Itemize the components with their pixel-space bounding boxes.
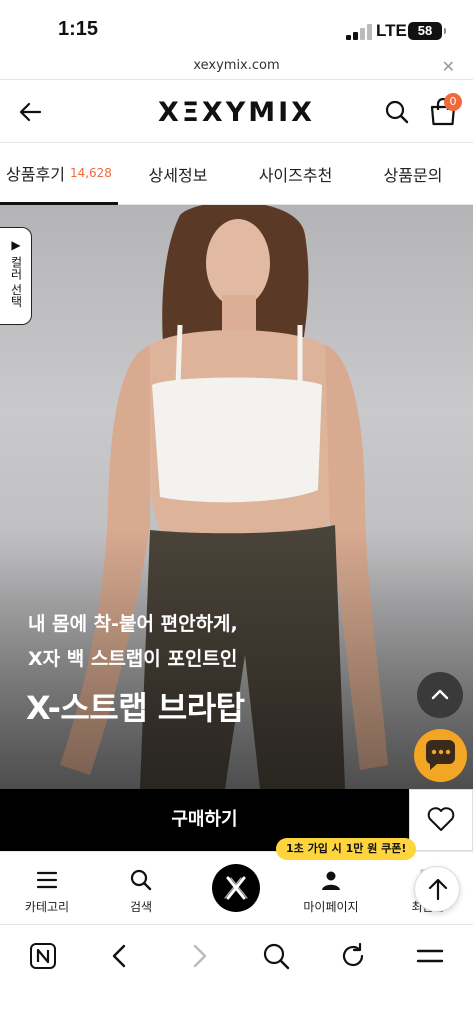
hero-subtitle-line2: X자 백 스트랩이 포인트인 xyxy=(28,648,238,670)
hero-subtitle-line1: 내 몸에 착-붙어 편안하게, xyxy=(28,613,238,635)
signal-icon xyxy=(346,24,372,40)
browser-back-icon[interactable] xyxy=(105,941,135,971)
menu-icon xyxy=(36,871,58,889)
nav-label: 마이페이지 xyxy=(303,900,359,914)
nav-mypage[interactable]: 마이페이지 xyxy=(286,852,376,925)
scroll-top-button[interactable] xyxy=(417,672,463,718)
color-select-button[interactable]: ▶ 컬러 선택 xyxy=(0,227,32,325)
status-time: 1:15 xyxy=(58,18,99,40)
url-bar[interactable]: xexymix.com ✕ xyxy=(0,56,473,80)
brand-home-button[interactable] xyxy=(212,864,260,912)
review-count: 14,628 xyxy=(69,165,112,180)
nav-label: 카테고리 xyxy=(24,900,70,914)
product-tabs: 상품후기 14,628 상세정보 사이즈추천 상품문의 xyxy=(0,143,473,205)
status-bar: 1:15 LTE 58 xyxy=(0,0,473,56)
tab-size-recommend[interactable]: 사이즈추천 xyxy=(238,143,353,205)
tab-label: 상세정보 xyxy=(148,166,208,185)
browser-search-icon[interactable] xyxy=(261,941,291,971)
color-select-label: ▶ 컬러 선택 xyxy=(9,238,23,308)
user-icon xyxy=(322,871,340,890)
chevron-up-icon xyxy=(431,689,449,700)
tab-label: 사이즈추천 xyxy=(258,166,333,185)
tab-details[interactable]: 상세정보 xyxy=(118,143,238,205)
chat-button[interactable] xyxy=(414,729,467,782)
search-icon[interactable] xyxy=(384,99,410,125)
nav-label: 검색 xyxy=(129,900,153,914)
site-header: XΞXYMIX 0 xyxy=(0,81,473,143)
hero-banner[interactable]: ▶ 컬러 선택 내 몸에 착-붙어 편안하게, X자 백 스트랩이 포인트인 X… xyxy=(0,205,473,789)
battery-icon: 58 xyxy=(408,22,446,40)
tab-label: 상품문의 xyxy=(383,166,443,185)
heart-icon xyxy=(427,807,455,831)
tab-reviews[interactable]: 상품후기 14,628 xyxy=(0,143,118,205)
search-icon xyxy=(130,869,152,891)
nav-search[interactable]: 검색 xyxy=(96,852,186,925)
network-label: LTE xyxy=(376,21,407,40)
url-text[interactable]: xexymix.com xyxy=(0,58,473,73)
naver-home-icon[interactable] xyxy=(28,941,58,971)
arrow-up-icon xyxy=(428,878,448,901)
hero-title: X-스트랩 브라탑 xyxy=(26,689,245,727)
chat-bubble-icon xyxy=(425,740,455,770)
wishlist-button[interactable] xyxy=(409,789,473,851)
browser-forward-icon[interactable] xyxy=(184,941,214,971)
refresh-icon[interactable] xyxy=(338,941,368,971)
coupon-badge[interactable]: 1초 가입 시 1만 원 쿠폰! xyxy=(276,838,417,860)
nav-category[interactable]: 카테고리 xyxy=(2,852,92,925)
browser-toolbar xyxy=(0,924,473,1024)
close-icon[interactable]: ✕ xyxy=(442,57,455,76)
cart-count-badge: 0 xyxy=(444,93,462,111)
bottom-navigation: 카테고리 검색 마이페이지 최근본 xyxy=(0,851,473,924)
tab-inquiry[interactable]: 상품문의 xyxy=(353,143,473,205)
tab-label: 상품후기 xyxy=(6,164,65,184)
brand-x-icon xyxy=(224,876,248,900)
scroll-up-button[interactable] xyxy=(414,866,460,912)
browser-menu-icon[interactable] xyxy=(415,941,445,971)
